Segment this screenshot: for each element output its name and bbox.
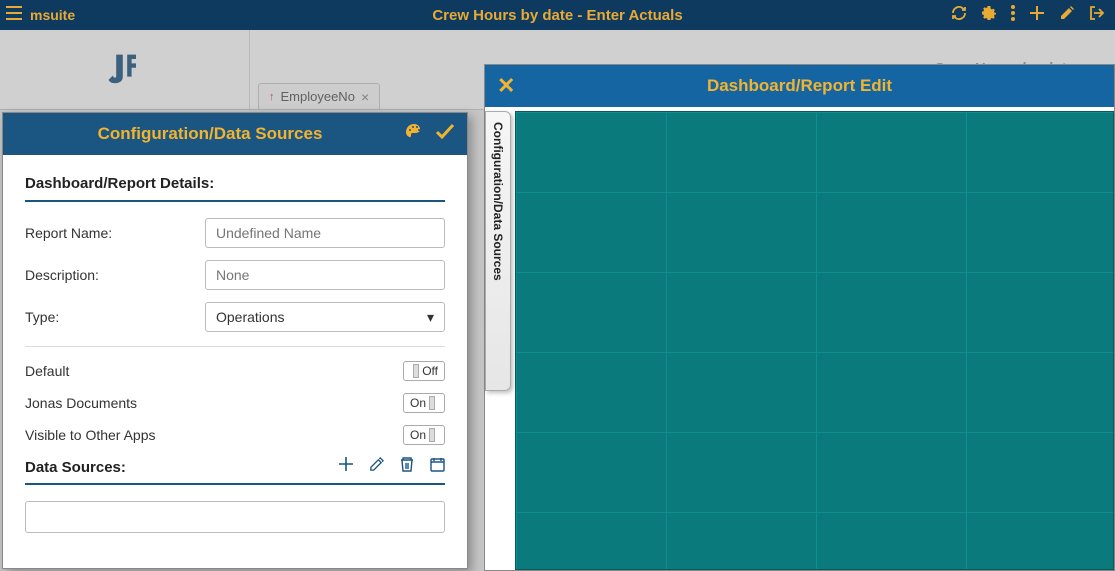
jonas-docs-label: Jonas Documents xyxy=(25,395,137,411)
calendar-datasource-icon[interactable] xyxy=(430,457,445,477)
page-title: Crew Hours by date - Enter Actuals xyxy=(432,7,682,24)
jonas-docs-toggle[interactable]: On xyxy=(403,393,445,413)
refresh-icon[interactable] xyxy=(951,5,967,25)
config-panel-title: Configuration/Data Sources xyxy=(15,124,405,144)
logo-area xyxy=(0,30,250,109)
tab-label: EmployeeNo xyxy=(281,89,355,104)
design-grid[interactable] xyxy=(515,111,1114,570)
section-details-title: Dashboard/Report Details: xyxy=(25,175,445,192)
default-label: Default xyxy=(25,363,69,379)
visible-other-label: Visible to Other Apps xyxy=(25,427,155,443)
config-panel-body: Dashboard/Report Details: Report Name: D… xyxy=(3,155,467,568)
more-icon[interactable] xyxy=(1011,5,1015,25)
default-toggle-value: Off xyxy=(422,364,438,378)
tab-employee-no[interactable]: ↑ EmployeeNo × xyxy=(258,83,380,109)
edit-datasource-icon[interactable] xyxy=(369,457,384,477)
edit-icon[interactable] xyxy=(1059,5,1075,25)
config-panel-header: Configuration/Data Sources xyxy=(3,113,467,155)
visible-other-toggle-value: On xyxy=(410,428,426,442)
description-label: Description: xyxy=(25,267,205,283)
close-icon[interactable]: ✕ xyxy=(497,73,515,99)
data-sources-title: Data Sources: xyxy=(25,459,339,476)
description-input[interactable] xyxy=(205,260,445,290)
type-value: Operations xyxy=(216,309,284,325)
brand-label: msuite xyxy=(30,7,75,23)
top-header: msuite Crew Hours by date - Enter Actual… xyxy=(0,0,1115,30)
logo-icon xyxy=(103,48,147,92)
header-actions xyxy=(951,5,1105,25)
edit-panel-body: Configuration/Data Sources xyxy=(485,107,1114,570)
default-toggle[interactable]: Off xyxy=(403,361,445,381)
logout-icon[interactable] xyxy=(1089,5,1105,25)
delete-datasource-icon[interactable] xyxy=(400,457,414,477)
edit-panel-header: ✕ Dashboard/Report Edit xyxy=(485,65,1114,107)
config-panel: Configuration/Data Sources Dashboard/Rep… xyxy=(2,112,468,569)
type-select[interactable]: Operations ▾ xyxy=(205,302,445,332)
palette-icon[interactable] xyxy=(405,123,423,146)
type-label: Type: xyxy=(25,309,205,325)
side-tab-config[interactable]: Configuration/Data Sources xyxy=(485,111,511,391)
add-icon[interactable] xyxy=(1029,5,1045,25)
sort-up-icon: ↑ xyxy=(269,91,275,103)
datasource-input[interactable] xyxy=(25,501,445,533)
visible-other-toggle[interactable]: On xyxy=(403,425,445,445)
add-datasource-icon[interactable] xyxy=(339,457,353,477)
close-icon[interactable]: × xyxy=(361,89,369,105)
menu-icon[interactable] xyxy=(6,6,22,25)
report-name-label: Report Name: xyxy=(25,225,205,241)
jonas-docs-toggle-value: On xyxy=(410,396,426,410)
gear-icon[interactable] xyxy=(981,5,997,25)
chevron-down-icon: ▾ xyxy=(427,309,434,326)
report-name-input[interactable] xyxy=(205,218,445,248)
check-icon[interactable] xyxy=(435,123,455,146)
edit-panel: ✕ Dashboard/Report Edit Configuration/Da… xyxy=(484,64,1115,571)
side-tab-label: Configuration/Data Sources xyxy=(491,122,505,281)
edit-panel-title: Dashboard/Report Edit xyxy=(707,76,892,96)
